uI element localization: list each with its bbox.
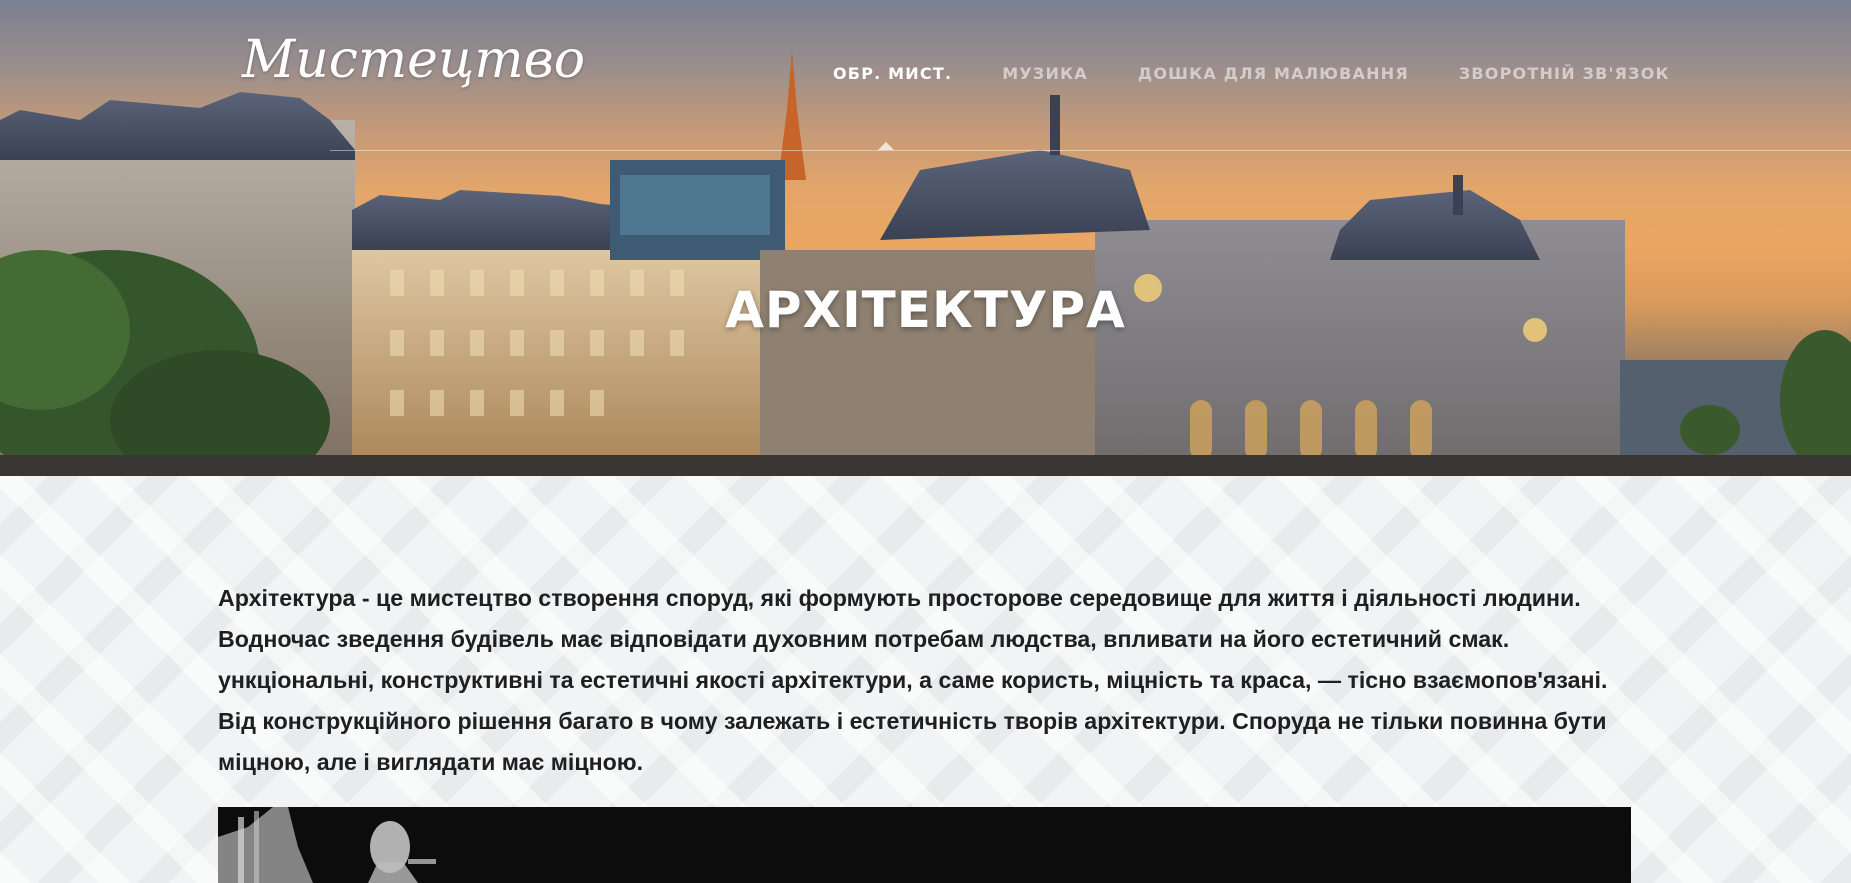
article-line: ункціональні, конструктивні та естетичні… <box>218 667 1608 693</box>
hero-banner: Мистецтво ОБР. МИСТ. МУЗИКА ДОШКА ДЛЯ МА… <box>0 0 1851 476</box>
statue-image <box>218 807 1631 883</box>
article-text: Архітектура - це мистецтво створення спо… <box>218 578 1638 783</box>
article-line: міцною, але і виглядати має міцною. <box>218 749 644 775</box>
active-nav-caret-icon <box>878 142 894 150</box>
nav-item-feedback[interactable]: ЗВОРОТНІЙ ЗВ'ЯЗОК <box>1459 64 1670 83</box>
nav-item-fine-art[interactable]: ОБР. МИСТ. <box>833 64 952 83</box>
article-line: Від конструкційного рішення багато в чом… <box>218 708 1607 734</box>
main-navigation: ОБР. МИСТ. МУЗИКА ДОШКА ДЛЯ МАЛЮВАННЯ ЗВ… <box>833 64 1720 83</box>
article-photo <box>218 807 1631 883</box>
nav-item-music[interactable]: МУЗИКА <box>1002 64 1088 83</box>
article-line: Водночас зведення будівель має відповіда… <box>218 626 1510 652</box>
nav-divider <box>330 150 1851 151</box>
nav-item-drawing-board[interactable]: ДОШКА ДЛЯ МАЛЮВАННЯ <box>1138 64 1409 83</box>
article-line: Архітектура - це мистецтво створення спо… <box>218 585 1581 611</box>
page-title: АРХІТЕКТУРА <box>725 281 1126 339</box>
site-logo[interactable]: Мистецтво <box>242 30 585 90</box>
